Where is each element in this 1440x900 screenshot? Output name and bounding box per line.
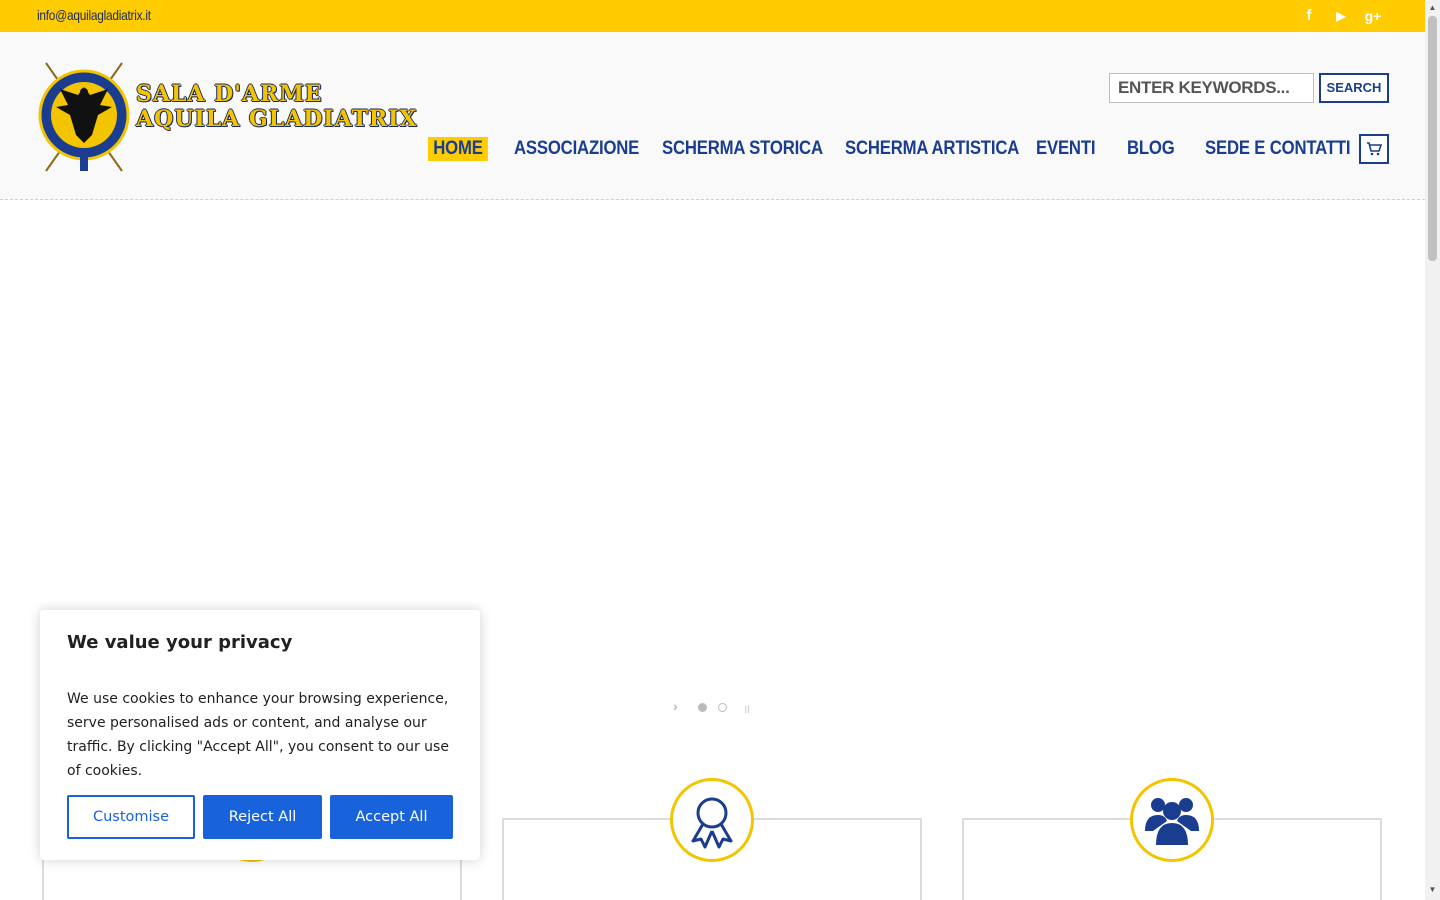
site-header: SALA D'ARME AQUILA GLADIATRIX ENTER KEYW… xyxy=(0,32,1425,200)
cart-icon xyxy=(1367,142,1383,156)
search-button[interactable]: SEARCH xyxy=(1319,73,1389,103)
group-users-icon xyxy=(1145,798,1199,845)
award-ribbon-icon xyxy=(691,797,733,849)
google-plus-icon[interactable]: g+ xyxy=(1363,6,1383,26)
reject-all-button[interactable]: Reject All xyxy=(203,795,322,839)
slider-next-arrow-icon[interactable]: › xyxy=(673,698,678,714)
contact-email-link[interactable]: info@aquilagladiatrix.it xyxy=(37,7,151,23)
accept-all-button[interactable]: Accept All xyxy=(330,795,453,839)
facebook-icon[interactable]: f xyxy=(1299,6,1319,26)
scroll-up-arrow-icon[interactable]: ▲ xyxy=(1428,3,1437,12)
customise-button[interactable]: Customise xyxy=(67,795,195,839)
scrollbar-thumb[interactable] xyxy=(1428,16,1437,261)
eagle-emblem-icon[interactable] xyxy=(34,59,134,175)
feature-circle-2 xyxy=(670,778,754,862)
top-bar: info@aquilagladiatrix.it f ▶ g+ xyxy=(0,0,1425,32)
logo-line-1: SALA D'ARME xyxy=(136,81,323,107)
nav-item-scherma-storica[interactable]: SCHERMA STORICA xyxy=(662,137,823,161)
nav-item-sede-e-contatti[interactable]: SEDE E CONTATTI xyxy=(1205,137,1351,161)
nav-item-scherma-artistica[interactable]: SCHERMA ARTISTICA xyxy=(845,137,1019,161)
logo-line-2: AQUILA GLADIATRIX xyxy=(136,106,418,132)
cart-button[interactable] xyxy=(1359,134,1389,164)
nav-item-home[interactable]: HOME xyxy=(428,137,489,161)
nav-item-associazione[interactable]: ASSOCIAZIONE xyxy=(514,137,639,161)
cookie-title: We value your privacy xyxy=(67,632,293,653)
nav-item-eventi[interactable]: EVENTI xyxy=(1036,137,1096,161)
youtube-icon[interactable]: ▶ xyxy=(1331,6,1351,26)
cookie-consent-dialog: We value your privacy We use cookies to … xyxy=(40,610,480,860)
slider-pause-icon[interactable]: ॥ xyxy=(743,700,750,717)
feature-circle-3 xyxy=(1130,778,1214,862)
slider-dot-2[interactable] xyxy=(718,703,727,712)
search-input[interactable]: ENTER KEYWORDS... xyxy=(1109,73,1314,103)
slider-dot-1[interactable] xyxy=(698,703,707,712)
cookie-description: We use cookies to enhance your browsing … xyxy=(67,691,449,779)
logo-text[interactable]: SALA D'ARME AQUILA GLADIATRIX xyxy=(136,82,417,132)
nav-item-blog[interactable]: BLOG xyxy=(1127,137,1175,161)
scroll-down-arrow-icon[interactable]: ▼ xyxy=(1428,885,1437,894)
